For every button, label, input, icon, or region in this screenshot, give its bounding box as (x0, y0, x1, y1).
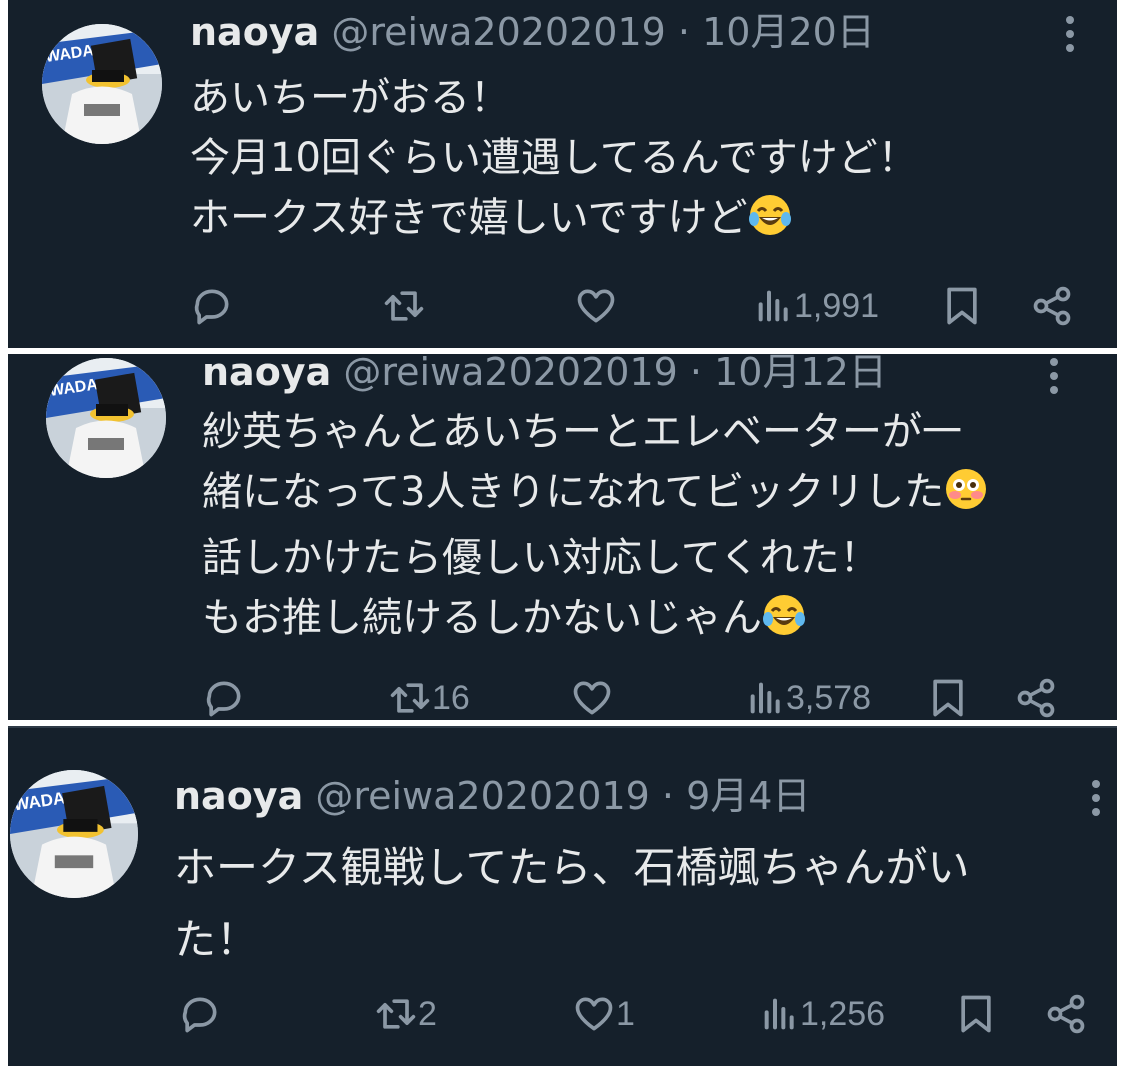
tweet-date[interactable]: 10月12日 (714, 354, 887, 394)
views-button[interactable]: 1,256 (760, 994, 885, 1034)
bookmark-button[interactable] (926, 676, 970, 720)
separator: · (661, 774, 675, 818)
tweet-actions: 16 3,578 (8, 674, 1117, 720)
retweet-count: 2 (418, 995, 437, 1033)
views-button[interactable]: 1,991 (754, 286, 879, 326)
tweet-date[interactable]: 9月4日 (686, 774, 810, 818)
tweet-line: 緒になって3人きりになれてビックリした (202, 469, 945, 515)
tweet[interactable]: WADA naoya @reiwa20202019 · 10月12日 紗英ちゃん… (8, 354, 1117, 720)
reply-button[interactable] (202, 676, 246, 720)
tweet-header: naoya @reiwa20202019 · 10月12日 (202, 354, 887, 394)
share-icon (1033, 286, 1071, 326)
user-handle[interactable]: @reiwa20202019 (331, 10, 666, 54)
display-name[interactable]: naoya (190, 10, 319, 54)
tweet-line: 今月10回ぐらい遭遇してるんですけど！ (190, 135, 918, 181)
tweet-line: ホークス好きで嬉しいですけど (190, 195, 748, 241)
heart-icon (573, 681, 611, 715)
tweet-line: あいちーがおる！ (190, 75, 510, 121)
tweet-header: naoya @reiwa20202019 · 9月4日 (174, 774, 810, 818)
speech-bubble-icon (194, 289, 229, 325)
tweet-line: 話しかけたら優しい対応してくれた！ (202, 535, 880, 581)
more-options-icon[interactable] (1044, 354, 1064, 398)
views-count: 1,991 (794, 287, 880, 325)
reply-button[interactable] (190, 284, 234, 328)
avatar-image: WADA (46, 358, 166, 478)
bookmark-button[interactable] (954, 992, 998, 1036)
bar-chart-icon (764, 998, 794, 1030)
avatar[interactable]: WADA (42, 24, 162, 144)
speech-bubble-icon (206, 681, 241, 717)
tweet-actions: 1,991 (8, 282, 1117, 332)
bar-chart-icon (758, 290, 788, 322)
tweet-line: 紗英ちゃんとあいちーとエレベーターが一 (202, 409, 962, 455)
separator: · (677, 10, 691, 54)
speech-bubble-icon (182, 997, 217, 1033)
display-name[interactable]: naoya (174, 774, 303, 818)
bar-chart-icon (750, 682, 780, 714)
tweet[interactable]: WADA naoya @reiwa20202019 · 10月20日 あいちーが… (8, 0, 1117, 348)
heart-icon (575, 997, 613, 1031)
display-name[interactable]: naoya (202, 354, 331, 394)
tweet-line: ホークス観戦してたら、石橋颯ちゃんがい (174, 843, 970, 892)
share-button[interactable] (1014, 676, 1058, 720)
tweet-header: naoya @reiwa20202019 · 10月20日 (190, 10, 875, 54)
reply-button[interactable] (178, 992, 222, 1036)
more-options-icon[interactable] (1060, 12, 1080, 56)
tweet-date[interactable]: 10月20日 (702, 10, 875, 54)
like-button[interactable] (570, 676, 614, 720)
face-with-tears-of-joy-icon (748, 193, 792, 254)
retweet-button[interactable]: 2 (374, 992, 437, 1036)
tweet-text: ホークス観戦してたら、石橋颯ちゃんがい た！ (174, 832, 969, 976)
user-handle[interactable]: @reiwa20202019 (315, 774, 650, 818)
share-icon (1047, 994, 1085, 1034)
tweet-actions: 2 1 1,256 (8, 990, 1117, 1040)
share-button[interactable] (1030, 284, 1074, 328)
avatar-image: WADA (10, 770, 138, 898)
like-count: 1 (616, 995, 635, 1033)
tweet-text: あいちーがおる！ 今月10回ぐらい遭遇してるんですけど！ ホークス好きで嬉しいで… (190, 68, 918, 254)
retweet-arrows-icon (376, 999, 416, 1029)
views-count: 1,256 (800, 995, 886, 1033)
tweet-text: 紗英ちゃんとあいちーとエレベーターが一 緒になって3人きりになれてビックリした … (202, 402, 988, 654)
avatar[interactable]: WADA (10, 770, 138, 898)
bookmark-icon (933, 679, 963, 717)
user-handle[interactable]: @reiwa20202019 (343, 354, 678, 394)
avatar-image: WADA (42, 24, 162, 144)
flushed-face-icon (944, 467, 988, 528)
like-button[interactable] (574, 284, 618, 328)
bookmark-icon (961, 995, 991, 1033)
more-options-icon[interactable] (1086, 776, 1106, 820)
tweet-line: もお推し続けるしかないじゃん (202, 595, 762, 641)
avatar[interactable]: WADA (46, 358, 166, 478)
tweet-line: た！ (174, 915, 259, 964)
retweet-arrows-icon (384, 291, 424, 321)
like-button[interactable]: 1 (572, 992, 635, 1036)
separator: · (689, 354, 703, 394)
views-button[interactable]: 3,578 (746, 678, 871, 718)
bookmark-button[interactable] (940, 284, 984, 328)
retweet-button[interactable] (382, 284, 426, 328)
tweet[interactable]: WADA naoya @reiwa20202019 · 9月4日 ホークス観戦し… (8, 726, 1117, 1066)
share-icon (1017, 678, 1055, 718)
retweet-arrows-icon (390, 683, 430, 713)
face-with-tears-of-joy-icon (762, 593, 806, 654)
retweet-count: 16 (432, 679, 470, 717)
share-button[interactable] (1044, 992, 1088, 1036)
retweet-button[interactable]: 16 (388, 676, 470, 720)
bookmark-icon (947, 287, 977, 325)
heart-icon (577, 289, 615, 323)
views-count: 3,578 (786, 679, 872, 717)
